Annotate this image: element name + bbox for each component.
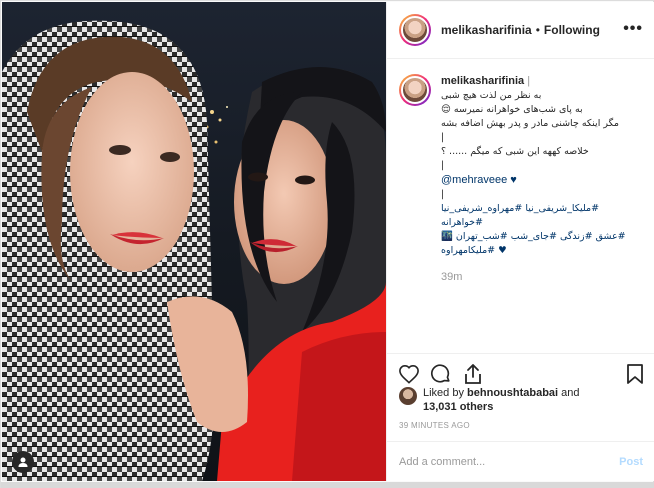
caption-line: | — [441, 189, 445, 200]
caption-line: | — [441, 132, 445, 143]
likes-conjunction: and — [561, 387, 580, 399]
comment-form: Post — [387, 441, 654, 481]
heart-icon[interactable] — [397, 362, 421, 386]
bottom-strip — [1, 482, 654, 488]
caption-line: به نظر من لذت هیچ شبی — [441, 90, 542, 101]
likes-prefix: Liked by — [423, 387, 464, 399]
caption-hashtags[interactable]: #عشق #زندگی #جای_شب #شب_تهران 🌃 — [441, 230, 643, 244]
caption-time[interactable]: 39m — [441, 270, 643, 285]
instagram-post-frame: melikasharifinia • Following ••• melikas… — [0, 0, 654, 488]
caption-body: melikasharifinia | به نظر من لذت هیچ شبی… — [441, 74, 643, 349]
liker-username[interactable]: behnoushtababai — [467, 387, 558, 399]
header-username[interactable]: melikasharifinia — [441, 23, 532, 37]
likes-count[interactable]: 13,031 others — [423, 401, 493, 413]
more-options-icon[interactable]: ••• — [623, 21, 643, 37]
caption-username-suffix: | — [527, 75, 531, 87]
action-bar — [387, 353, 654, 387]
share-icon[interactable] — [461, 362, 485, 386]
caption-line: خلاصه کههه این شبی که میگم ...... ؟ — [441, 146, 589, 157]
caption-line: به پای شب‌های خواهرانه نمیرسه 😌 — [441, 104, 583, 115]
caption-username[interactable]: melikasharifinia — [441, 75, 524, 87]
caption-hashtags[interactable]: #ملیکا_شریفی_نیا #مهراوه_شریفی_نیا #خواه… — [441, 202, 643, 230]
comment-input[interactable] — [399, 455, 599, 468]
comment-icon[interactable] — [429, 362, 453, 386]
bookmark-icon[interactable] — [623, 362, 647, 386]
post-comment-button[interactable]: Post — [619, 456, 643, 468]
caption-hashtags[interactable]: ♥ #ملیکامهراوه — [441, 244, 643, 258]
caption-avatar[interactable] — [399, 74, 431, 106]
post-image — [2, 2, 386, 481]
post-photo[interactable] — [2, 2, 386, 481]
caption-mention[interactable]: @mehraveee ♥ — [441, 173, 643, 188]
caption-area: melikasharifinia | به نظر من لذت هیچ شبی… — [387, 64, 654, 349]
header-separator: • — [535, 23, 540, 37]
post-side-panel: melikasharifinia • Following ••• melikas… — [386, 2, 654, 481]
caption-line: | — [441, 160, 445, 171]
caption-line: مگر اینکه چاشنی مادر و پدر بهش اضافه بشه — [441, 118, 619, 129]
header-avatar[interactable] — [399, 14, 431, 46]
likes-row: Liked by behnoushtababai and 13,031 othe… — [399, 386, 647, 414]
liker-avatar[interactable] — [399, 387, 417, 405]
following-button[interactable]: Following — [544, 23, 600, 37]
user-tag-icon[interactable] — [12, 451, 34, 473]
post-header: melikasharifinia • Following ••• — [387, 2, 654, 59]
header-text: melikasharifinia • Following — [441, 23, 600, 37]
likes-text: Liked by behnoushtababai and 13,031 othe… — [423, 386, 580, 414]
post-timestamp[interactable]: 39 MINUTES AGO — [399, 421, 470, 430]
